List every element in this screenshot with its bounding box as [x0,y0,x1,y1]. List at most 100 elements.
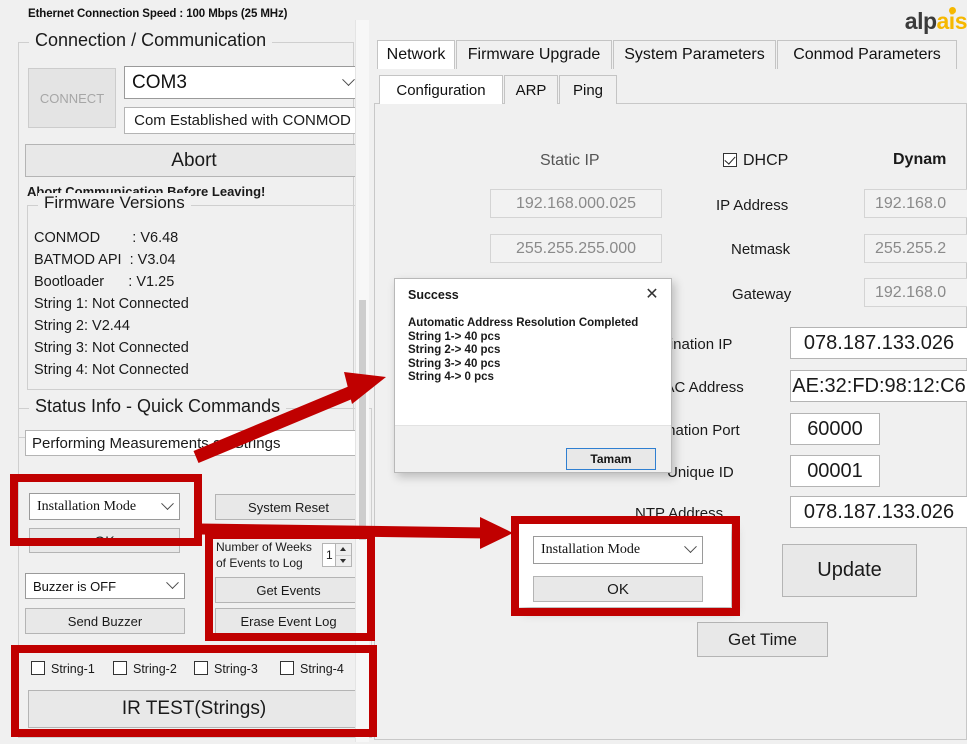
connection-group-title: Connection / Communication [29,30,273,51]
com-port-value: COM3 [132,71,187,93]
mac-address-field[interactable]: AE:32:FD:98:12:C6 [790,370,967,402]
erase-event-log-button[interactable]: Erase Event Log [215,608,362,634]
string-2-label: String-2 [133,662,177,676]
dynamic-netmask-field: 255.255.2 [864,234,967,263]
weeks-value: 1 [326,548,333,562]
mode-ok-button[interactable]: OK [29,528,180,553]
static-ip-address-field[interactable]: 192.168.000.025 [490,189,662,218]
ir-test-button[interactable]: IR TEST(Strings) [28,690,360,728]
dhcp-checkbox[interactable] [723,153,737,167]
chevron-down-icon [166,576,179,590]
abort-button[interactable]: Abort [25,144,363,177]
dynamic-netmask-value: 255.255.2 [875,239,947,257]
logo-dot-icon [949,7,956,14]
status-group-title: Status Info - Quick Commands [29,396,287,417]
static-ip-address-value: 192.168.000.025 [515,194,637,212]
dialog-message: Automatic Address Resolution Completed S… [408,317,639,383]
com-port-combo[interactable]: COM3 [124,66,361,99]
string-4-checkbox[interactable] [280,661,294,675]
caret-down-icon [340,558,346,563]
mac-address-value: AE:32:FD:98:12:C6 [792,374,966,397]
buzzer-combo-value: Buzzer is OFF [33,578,117,594]
logo-text-dark: alp [904,8,937,34]
application-window: Ethernet Connection Speed : 100 Mbps (25… [0,0,967,744]
static-netmask-field[interactable]: 255.255.255.000 [490,234,662,263]
status-text-field: Performing Measurements on Strings [25,430,366,456]
update-button[interactable]: Update [782,544,917,597]
left-panel-scrollbar[interactable] [355,20,369,742]
firmware-line: String 4: Not Connected [34,362,189,378]
system-reset-button[interactable]: System Reset [215,494,362,520]
destination-port-field[interactable]: 60000 [790,413,880,445]
string-2-checkbox[interactable] [113,661,127,675]
firmware-line: Bootloader : V1.25 [34,274,175,290]
destination-ip-field[interactable]: 078.187.133.026 [790,327,967,359]
netmask-label: Netmask [731,241,791,258]
stepper-up[interactable] [336,544,351,556]
dynamic-ip-header: Dynam [893,151,947,168]
gateway-label: Gateway [732,286,792,303]
tab-firmware-upgrade[interactable]: Firmware Upgrade [456,40,612,69]
mode-combo[interactable]: Installation Mode [29,493,180,520]
static-netmask-value: 255.255.255.000 [515,239,637,257]
tab-conmod-parameters[interactable]: Conmod Parameters [777,40,957,69]
ip-address-label: IP Address [716,197,789,214]
caret-up-icon [340,547,346,552]
tab-network[interactable]: Network [377,40,455,69]
dialog-ok-button[interactable]: Tamam [566,448,656,470]
static-ip-header: Static IP [540,152,600,169]
dynamic-gateway-field: 192.168.0 [864,278,967,307]
firmware-line: String 2: V2.44 [34,318,130,334]
ntp-address-field[interactable]: 078.187.133.026 [790,496,967,528]
firmware-line: CONMOD : V6.48 [34,230,179,246]
dynamic-ip-address-field: 192.168.0 [864,189,967,218]
ntp-address-label: NTP Address [635,505,724,522]
chevron-down-icon [161,496,174,510]
stepper-down[interactable] [336,556,351,567]
close-icon[interactable]: ✕ [643,285,661,303]
connect-button[interactable]: CONNECT [28,68,116,128]
string-1-checkbox[interactable] [31,661,45,675]
buzzer-combo[interactable]: Buzzer is OFF [25,573,185,599]
tab-system-parameters[interactable]: System Parameters [613,40,776,69]
com-status-value: Com Established with CONMOD [134,112,351,129]
destination-port-value: 60000 [807,417,863,440]
unique-id-value: 00001 [807,459,863,482]
get-time-button[interactable]: Get Time [697,622,828,657]
dialog-title: Success [408,288,459,302]
string-1-label: String-1 [51,662,95,676]
subtab-arp[interactable]: ARP [504,75,558,104]
firmware-line: String 1: Not Connected [34,296,189,312]
callout-mode-combo[interactable]: Installation Mode [533,536,703,564]
chevron-down-icon [684,540,697,554]
ethernet-speed-label: Ethernet Connection Speed : 100 Mbps (25… [28,8,288,20]
dynamic-ip-address-value: 192.168.0 [875,194,947,212]
scrollbar-thumb[interactable] [359,300,366,540]
dynamic-gateway-value: 192.168.0 [875,283,947,301]
weeks-label-line2: of Events to Log [216,556,303,570]
get-events-button[interactable]: Get Events [215,577,362,603]
dhcp-label: DHCP [743,152,789,169]
firmware-line: String 3: Not Connected [34,340,189,356]
callout-mode-value: Installation Mode [541,542,641,557]
string-3-checkbox[interactable] [194,661,208,675]
status-text-value: Performing Measurements on Strings [32,434,281,452]
string-4-label: String-4 [300,662,344,676]
alpais-logo: alpais [904,7,967,35]
success-dialog: Success ✕ Automatic Address Resolution C… [394,278,672,473]
unique-id-field[interactable]: 00001 [790,455,880,487]
subtab-ping[interactable]: Ping [559,75,617,104]
unique-id-label: Unique ID [667,464,734,481]
firmware-line: BATMOD API : V3.04 [34,252,176,268]
com-status-field: Com Established with CONMOD [124,107,361,134]
callout-ok-button[interactable]: OK [533,576,703,602]
weeks-stepper[interactable] [335,543,352,567]
mode-combo-value: Installation Mode [37,498,137,514]
subtab-configuration[interactable]: Configuration [379,75,503,104]
firmware-group-title: Firmware Versions [38,193,191,213]
send-buzzer-button[interactable]: Send Buzzer [25,608,185,634]
chevron-down-icon [342,72,355,86]
string-3-label: String-3 [214,662,258,676]
ntp-address-value: 078.187.133.026 [803,500,955,523]
destination-ip-value: 078.187.133.026 [803,331,955,354]
